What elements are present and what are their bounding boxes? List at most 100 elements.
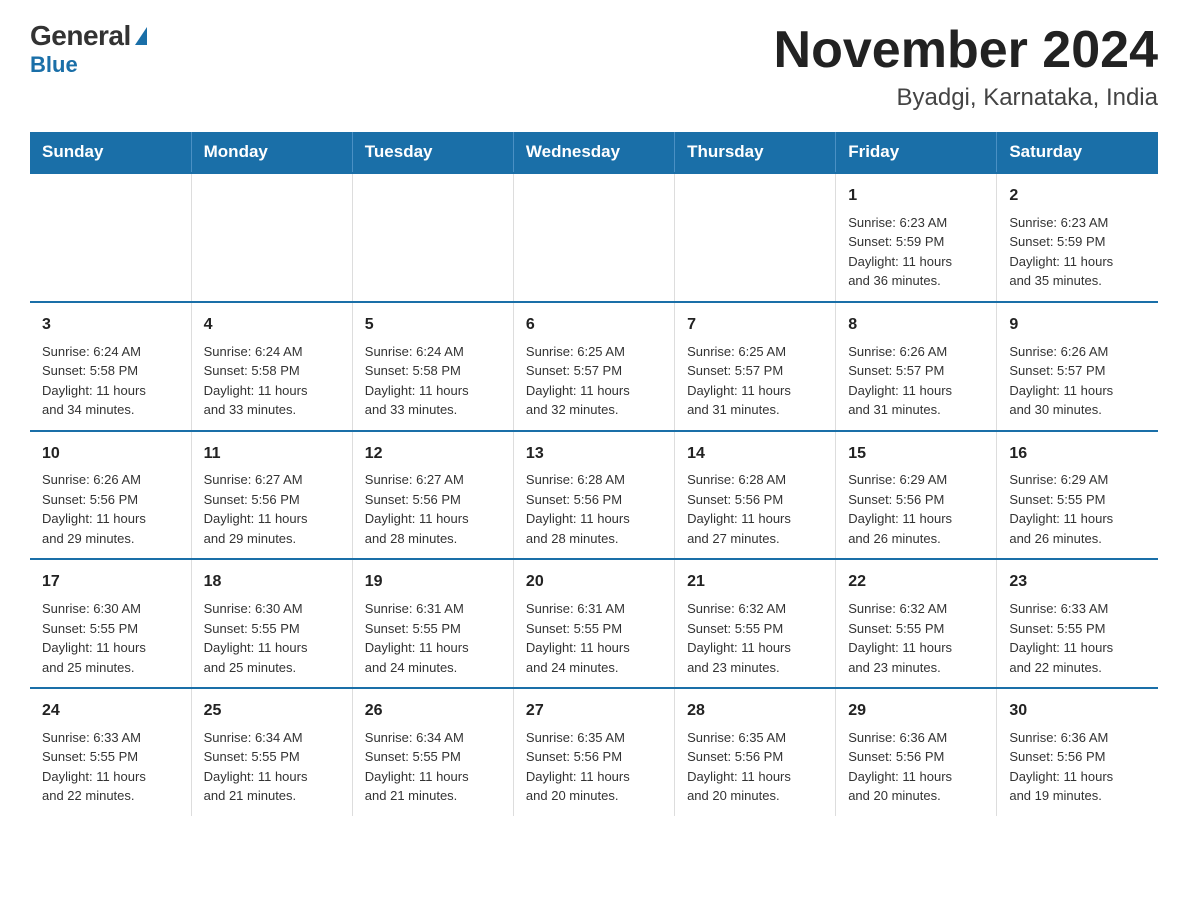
day-number: 26	[365, 699, 501, 724]
calendar-cell: 3Sunrise: 6:24 AMSunset: 5:58 PMDaylight…	[30, 302, 191, 431]
day-number: 9	[1009, 313, 1146, 338]
day-info: Sunrise: 6:32 AMSunset: 5:55 PMDaylight:…	[848, 599, 984, 677]
location-subtitle: Byadgi, Karnataka, India	[774, 84, 1158, 112]
calendar-week-row: 1Sunrise: 6:23 AMSunset: 5:59 PMDaylight…	[30, 173, 1158, 302]
calendar-cell: 23 Sunrise: 6:33 AMSunset: 5:55 PMDayligh…	[997, 559, 1158, 688]
calendar-cell: 27Sunrise: 6:35 AMSunset: 5:56 PMDayligh…	[513, 688, 674, 816]
calendar-cell: 10 Sunrise: 6:26 AMSunset: 5:56 PMDayligh…	[30, 431, 191, 560]
calendar-cell: 19 Sunrise: 6:31 AMSunset: 5:55 PMDayligh…	[352, 559, 513, 688]
day-info: Sunrise: 6:31 AMSunset: 5:55 PMDaylight:…	[365, 599, 501, 677]
day-info: Sunrise: 6:30 AMSunset: 5:55 PMDaylight:…	[204, 599, 340, 677]
day-info: Sunrise: 6:25 AMSunset: 5:57 PMDaylight:…	[687, 342, 823, 420]
day-number: 6	[526, 313, 662, 338]
weekday-header-thursday: Thursday	[675, 132, 836, 173]
day-info: Sunrise: 6:36 AMSunset: 5:56 PMDaylight:…	[848, 728, 984, 806]
day-info: Sunrise: 6:23 AMSunset: 5:59 PMDaylight:…	[1009, 213, 1146, 291]
day-number: 17	[42, 570, 179, 595]
day-info: Sunrise: 6:24 AMSunset: 5:58 PMDaylight:…	[204, 342, 340, 420]
calendar-cell: 8 Sunrise: 6:26 AMSunset: 5:57 PMDaylight…	[836, 302, 997, 431]
day-number: 29	[848, 699, 984, 724]
calendar-cell: 28 Sunrise: 6:35 AMSunset: 5:56 PMDayligh…	[675, 688, 836, 816]
calendar-cell: 15 Sunrise: 6:29 AMSunset: 5:56 PMDayligh…	[836, 431, 997, 560]
day-info: Sunrise: 6:25 AMSunset: 5:57 PMDaylight:…	[526, 342, 662, 420]
calendar-cell	[191, 173, 352, 302]
day-number: 12	[365, 442, 501, 467]
calendar-cell: 7Sunrise: 6:25 AMSunset: 5:57 PMDaylight…	[675, 302, 836, 431]
day-info: Sunrise: 6:34 AMSunset: 5:55 PMDaylight:…	[204, 728, 340, 806]
calendar-week-row: 10 Sunrise: 6:26 AMSunset: 5:56 PMDayligh…	[30, 431, 1158, 560]
day-info: Sunrise: 6:35 AMSunset: 5:56 PMDaylight:…	[687, 728, 823, 806]
day-info: Sunrise: 6:32 AMSunset: 5:55 PMDaylight:…	[687, 599, 823, 677]
day-info: Sunrise: 6:26 AMSunset: 5:57 PMDaylight:…	[848, 342, 984, 420]
calendar-cell: 22 Sunrise: 6:32 AMSunset: 5:55 PMDayligh…	[836, 559, 997, 688]
day-info: Sunrise: 6:28 AMSunset: 5:56 PMDaylight:…	[687, 470, 823, 548]
calendar-cell: 26Sunrise: 6:34 AMSunset: 5:55 PMDayligh…	[352, 688, 513, 816]
calendar-body: 1Sunrise: 6:23 AMSunset: 5:59 PMDaylight…	[30, 173, 1158, 816]
weekday-header-monday: Monday	[191, 132, 352, 173]
day-number: 21	[687, 570, 823, 595]
day-info: Sunrise: 6:23 AMSunset: 5:59 PMDaylight:…	[848, 213, 984, 291]
logo-triangle-icon	[135, 27, 147, 45]
day-info: Sunrise: 6:26 AMSunset: 5:56 PMDaylight:…	[42, 470, 179, 548]
day-info: Sunrise: 6:33 AMSunset: 5:55 PMDaylight:…	[42, 728, 179, 806]
day-number: 5	[365, 313, 501, 338]
day-number: 25	[204, 699, 340, 724]
calendar-cell: 29 Sunrise: 6:36 AMSunset: 5:56 PMDayligh…	[836, 688, 997, 816]
calendar-week-row: 3 Sunrise: 6:24 AMSunset: 5:58 PMDaylight…	[30, 302, 1158, 431]
day-info: Sunrise: 6:28 AMSunset: 5:56 PMDaylight:…	[526, 470, 662, 548]
day-number: 28	[687, 699, 823, 724]
calendar-week-row: 24 Sunrise: 6:33 AMSunset: 5:55 PMDayligh…	[30, 688, 1158, 816]
day-number: 3	[42, 313, 179, 338]
day-number: 16	[1009, 442, 1146, 467]
page-header: General Blue November 2024 Byadgi, Karna…	[30, 20, 1158, 112]
calendar-cell: 20 Sunrise: 6:31 AMSunset: 5:55 PMDayligh…	[513, 559, 674, 688]
calendar-cell: 13Sunrise: 6:28 AMSunset: 5:56 PMDayligh…	[513, 431, 674, 560]
day-number: 10	[42, 442, 179, 467]
calendar-table: SundayMondayTuesdayWednesdayThursdayFrid…	[30, 132, 1158, 816]
day-info: Sunrise: 6:31 AMSunset: 5:55 PMDaylight:…	[526, 599, 662, 677]
calendar-header: SundayMondayTuesdayWednesdayThursdayFrid…	[30, 132, 1158, 173]
logo: General Blue	[30, 20, 147, 78]
day-info: Sunrise: 6:33 AMSunset: 5:55 PMDaylight:…	[1009, 599, 1146, 677]
day-number: 23	[1009, 570, 1146, 595]
title-block: November 2024 Byadgi, Karnataka, India	[774, 20, 1158, 112]
calendar-cell: 6 Sunrise: 6:25 AMSunset: 5:57 PMDaylight…	[513, 302, 674, 431]
day-info: Sunrise: 6:36 AMSunset: 5:56 PMDaylight:…	[1009, 728, 1146, 806]
calendar-cell: 21 Sunrise: 6:32 AMSunset: 5:55 PMDayligh…	[675, 559, 836, 688]
day-info: Sunrise: 6:26 AMSunset: 5:57 PMDaylight:…	[1009, 342, 1146, 420]
day-info: Sunrise: 6:29 AMSunset: 5:55 PMDaylight:…	[1009, 470, 1146, 548]
calendar-cell	[675, 173, 836, 302]
weekday-header-friday: Friday	[836, 132, 997, 173]
day-number: 4	[204, 313, 340, 338]
calendar-cell: 30 Sunrise: 6:36 AMSunset: 5:56 PMDayligh…	[997, 688, 1158, 816]
day-number: 15	[848, 442, 984, 467]
day-number: 8	[848, 313, 984, 338]
calendar-week-row: 17 Sunrise: 6:30 AMSunset: 5:55 PMDayligh…	[30, 559, 1158, 688]
calendar-cell: 24 Sunrise: 6:33 AMSunset: 5:55 PMDayligh…	[30, 688, 191, 816]
weekday-header-row: SundayMondayTuesdayWednesdayThursdayFrid…	[30, 132, 1158, 173]
calendar-cell	[352, 173, 513, 302]
day-number: 18	[204, 570, 340, 595]
day-number: 27	[526, 699, 662, 724]
calendar-cell: 25 Sunrise: 6:34 AMSunset: 5:55 PMDayligh…	[191, 688, 352, 816]
logo-general-text: General	[30, 20, 131, 52]
day-number: 22	[848, 570, 984, 595]
day-info: Sunrise: 6:24 AMSunset: 5:58 PMDaylight:…	[365, 342, 501, 420]
calendar-cell: 16 Sunrise: 6:29 AMSunset: 5:55 PMDayligh…	[997, 431, 1158, 560]
calendar-cell: 14 Sunrise: 6:28 AMSunset: 5:56 PMDayligh…	[675, 431, 836, 560]
day-number: 14	[687, 442, 823, 467]
day-number: 20	[526, 570, 662, 595]
calendar-cell: 5 Sunrise: 6:24 AMSunset: 5:58 PMDaylight…	[352, 302, 513, 431]
day-number: 24	[42, 699, 179, 724]
day-number: 30	[1009, 699, 1146, 724]
calendar-cell: 4 Sunrise: 6:24 AMSunset: 5:58 PMDaylight…	[191, 302, 352, 431]
day-number: 11	[204, 442, 340, 467]
calendar-cell: 1Sunrise: 6:23 AMSunset: 5:59 PMDaylight…	[836, 173, 997, 302]
calendar-cell: 12 Sunrise: 6:27 AMSunset: 5:56 PMDayligh…	[352, 431, 513, 560]
logo-blue-text: Blue	[30, 52, 78, 78]
day-info: Sunrise: 6:29 AMSunset: 5:56 PMDaylight:…	[848, 470, 984, 548]
weekday-header-sunday: Sunday	[30, 132, 191, 173]
day-info: Sunrise: 6:27 AMSunset: 5:56 PMDaylight:…	[365, 470, 501, 548]
day-number: 2	[1009, 184, 1146, 209]
day-number: 19	[365, 570, 501, 595]
